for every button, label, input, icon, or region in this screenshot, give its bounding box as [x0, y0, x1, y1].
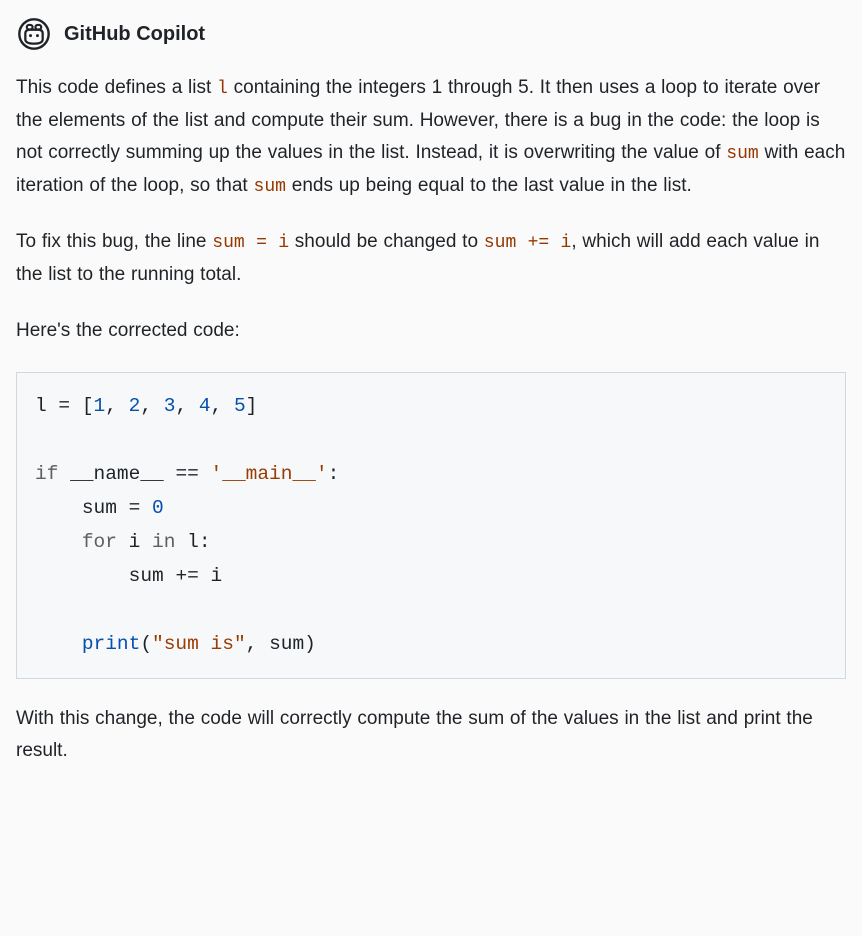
- inline-code: sum = i: [212, 233, 289, 253]
- copilot-icon: [16, 16, 52, 52]
- code-token: ==: [175, 463, 198, 485]
- code-token: [257, 633, 269, 655]
- code-token: [140, 531, 152, 553]
- text-span: ends up being equal to the last value in…: [286, 175, 692, 196]
- code-token: [199, 463, 211, 485]
- inline-code: sum += i: [484, 233, 572, 253]
- code-token: [35, 565, 129, 587]
- code-token: [: [82, 395, 94, 417]
- code-token: [35, 633, 82, 655]
- code-token: if: [35, 463, 58, 485]
- code-token: [164, 565, 176, 587]
- code-token: :: [328, 463, 340, 485]
- code-token: [58, 463, 70, 485]
- code-token: 5: [234, 395, 246, 417]
- code-token: [117, 531, 129, 553]
- text-span: To fix this bug, the line: [16, 231, 212, 252]
- code-token: [117, 395, 129, 417]
- code-token: (: [140, 633, 152, 655]
- code-token: ,: [211, 395, 223, 417]
- code-token: print: [82, 633, 141, 655]
- code-token: ,: [246, 633, 258, 655]
- code-token: 4: [199, 395, 211, 417]
- code-token: [35, 531, 82, 553]
- explanation-paragraph-1: This code defines a list l containing th…: [16, 72, 846, 202]
- code-token: =: [129, 497, 141, 519]
- inline-code: l: [217, 79, 228, 99]
- code-token: 0: [152, 497, 164, 519]
- explanation-paragraph-2: To fix this bug, the line sum = i should…: [16, 226, 846, 291]
- code-token: for: [82, 531, 117, 553]
- code-token: i: [211, 565, 223, 587]
- code-token: l: [35, 395, 47, 417]
- code-block[interactable]: l = [1, 2, 3, 4, 5] if __name__ == '__ma…: [16, 372, 846, 679]
- code-token: i: [129, 531, 141, 553]
- code-token: [175, 531, 187, 553]
- code-token: [70, 395, 82, 417]
- code-token: ,: [175, 395, 187, 417]
- code-token: [47, 395, 59, 417]
- code-token: in: [152, 531, 175, 553]
- inline-code: sum: [726, 144, 758, 164]
- code-token: "sum is": [152, 633, 246, 655]
- code-token: sum: [82, 497, 117, 519]
- code-token: ,: [105, 395, 117, 417]
- code-token: =: [58, 395, 70, 417]
- code-token: 2: [129, 395, 141, 417]
- message-header: GitHub Copilot: [16, 16, 846, 52]
- code-token: ]: [246, 395, 258, 417]
- code-token: [164, 463, 176, 485]
- inline-code: sum: [254, 177, 286, 197]
- code-token: sum: [269, 633, 304, 655]
- assistant-name: GitHub Copilot: [64, 17, 205, 51]
- conclusion-paragraph: With this change, the code will correctl…: [16, 703, 846, 768]
- code-token: ,: [140, 395, 152, 417]
- code-token: 3: [164, 395, 176, 417]
- code-token: sum: [129, 565, 164, 587]
- corrected-code-intro: Here's the corrected code:: [16, 315, 846, 347]
- text-span: should be changed to: [289, 231, 484, 252]
- code-token: [199, 565, 211, 587]
- text-span: This code defines a list: [16, 77, 217, 98]
- code-token: l: [187, 531, 199, 553]
- code-token: 1: [94, 395, 106, 417]
- code-token: __name__: [70, 463, 164, 485]
- code-token: '__main__': [211, 463, 328, 485]
- code-token: :: [199, 531, 211, 553]
- code-token: [222, 395, 234, 417]
- code-token: +=: [175, 565, 198, 587]
- code-token: [187, 395, 199, 417]
- code-token: ): [304, 633, 316, 655]
- code-token: [140, 497, 152, 519]
- code-token: [152, 395, 164, 417]
- code-token: [117, 497, 129, 519]
- code-token: [35, 497, 82, 519]
